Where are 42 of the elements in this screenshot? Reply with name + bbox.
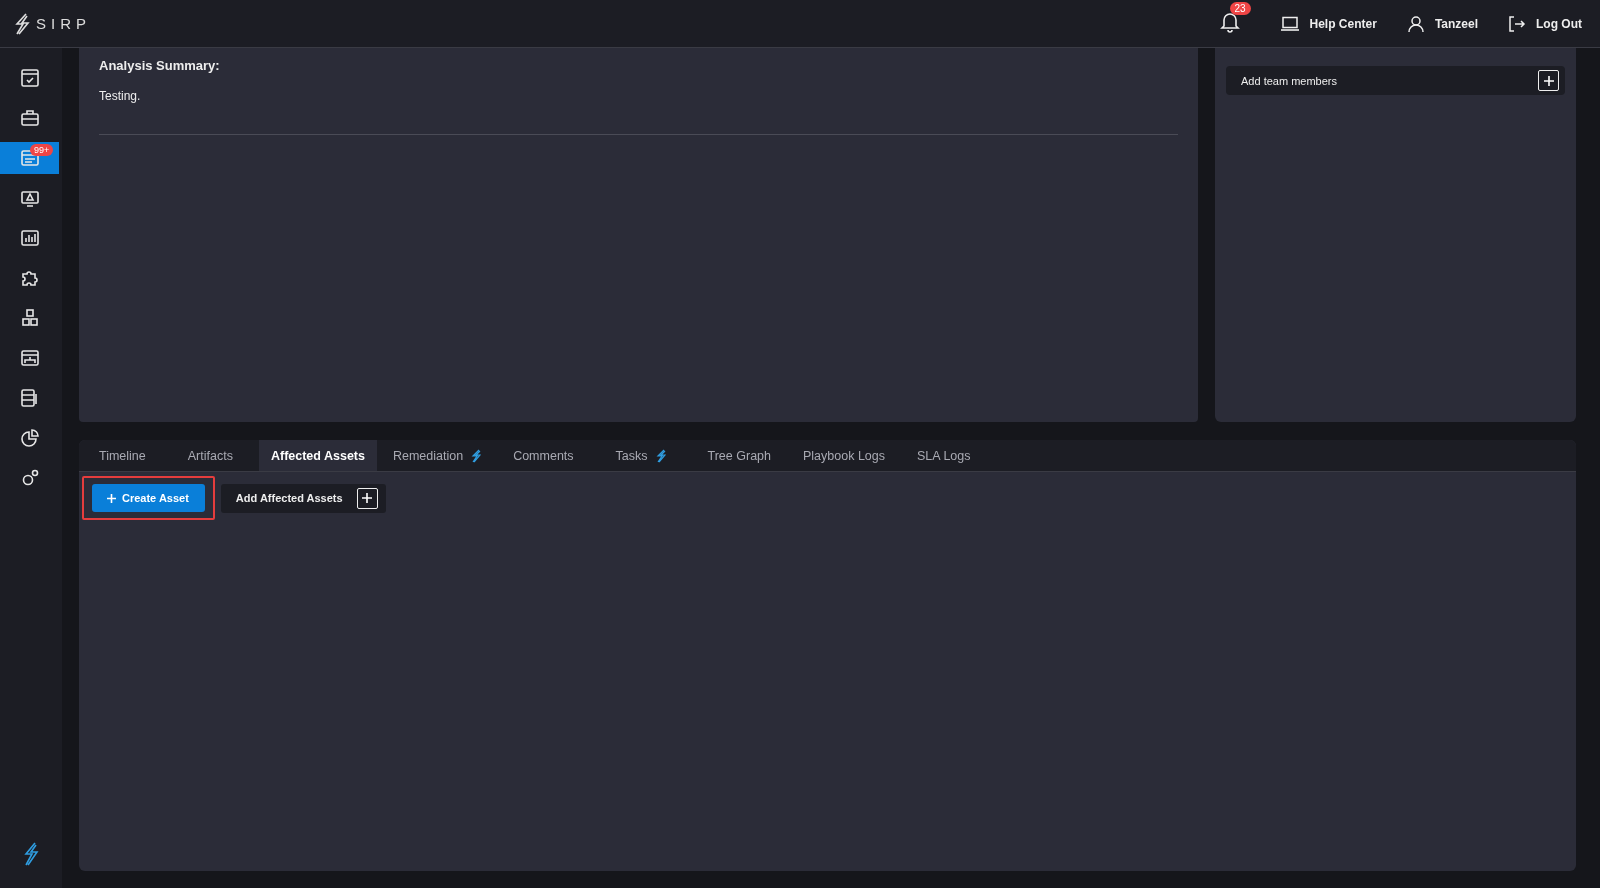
monitor-icon (19, 188, 40, 208)
sidebar-item[interactable]: 99+ (0, 142, 59, 174)
tab[interactable]: Artifacts (171, 440, 259, 471)
pie-chart-icon (19, 428, 40, 448)
bell-icon[interactable] (1219, 11, 1240, 33)
database-icon (19, 388, 40, 408)
chart-icon (19, 228, 40, 248)
count-badge: 99+ (30, 144, 54, 156)
user-link[interactable]: Tanzeel (1406, 14, 1478, 33)
puzzle-icon (19, 268, 40, 288)
help-center-link[interactable]: Help Center (1279, 15, 1377, 32)
calendar-icon (19, 68, 40, 88)
add-affected-assets-label: Add Affected Assets (235, 492, 343, 504)
tab[interactable]: Tasks (599, 440, 692, 471)
plus-icon (106, 492, 117, 504)
tab[interactable]: Remediation (376, 440, 498, 471)
tab[interactable]: Affected Assets (258, 440, 377, 471)
summary-text: Testing. (99, 89, 142, 103)
user-icon (1406, 14, 1425, 33)
logout-link[interactable]: Log Out (1508, 14, 1582, 33)
create-asset-button[interactable]: Create Asset (92, 484, 205, 512)
plus-icon (1542, 74, 1555, 87)
bolt-icon (655, 448, 666, 463)
tab[interactable]: SLA Logs (901, 440, 987, 471)
tab[interactable]: Timeline (83, 440, 172, 471)
tab[interactable]: Playbook Logs (787, 440, 901, 471)
add-team-members-label: Add team members (1241, 74, 1337, 87)
bolt-icon (23, 842, 39, 866)
summary-heading: Analysis Summary: (99, 58, 221, 73)
plus-icon (361, 492, 374, 504)
add-button[interactable] (356, 487, 378, 509)
laptop-icon (1279, 15, 1300, 32)
bolt-icon (471, 448, 482, 463)
logout-icon (1508, 14, 1526, 33)
add-button[interactable] (1538, 70, 1559, 91)
briefcase-icon (19, 108, 40, 128)
bolt-logo-icon (14, 12, 30, 35)
logo-text: SIRP (36, 15, 91, 32)
tab[interactable]: Comments (497, 440, 600, 471)
dashboard-icon (19, 348, 40, 368)
tab[interactable]: Tree Graph (691, 440, 787, 471)
notification-badge: 23 (1229, 2, 1251, 15)
